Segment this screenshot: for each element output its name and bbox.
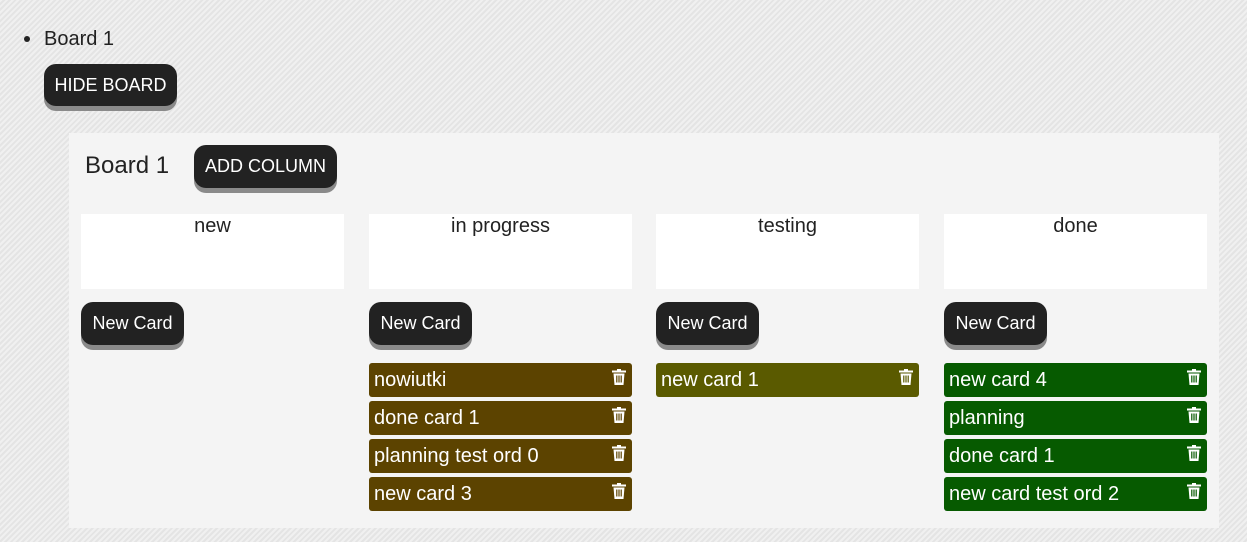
card-label: done card 1 [374,407,480,429]
card-label: nowiutki [374,369,447,391]
card[interactable]: done card 1 [369,401,632,435]
card[interactable]: nowiutki [369,363,632,397]
list-bullet [24,36,30,42]
card[interactable]: new card 3 [369,477,632,511]
trash-icon[interactable] [612,483,626,499]
trash-icon[interactable] [1187,445,1201,461]
card[interactable]: planning test ord 0 [369,439,632,473]
hide-board-button[interactable]: HIDE BOARD [44,64,177,106]
new-card-button[interactable]: New Card [944,302,1047,345]
trash-icon[interactable] [1187,369,1201,385]
column-title: done [1053,215,1098,237]
card[interactable]: new card test ord 2 [944,477,1207,511]
column-header[interactable]: new [81,214,344,289]
trash-icon[interactable] [1187,407,1201,423]
card-label: done card 1 [949,445,1055,467]
card-label: new card 1 [661,369,759,391]
card-list: new card 4 planning done card 1 new card te… [944,363,1207,515]
board-panel: Board 1 ADD COLUMN new New Card in progr… [69,133,1219,528]
card-list: new card 1 [656,363,919,401]
new-card-button[interactable]: New Card [656,302,759,345]
trash-icon[interactable] [1187,483,1201,499]
new-card-button[interactable]: New Card [81,302,184,345]
trash-icon[interactable] [612,369,626,385]
card-label: new card 3 [374,483,472,505]
card[interactable]: new card 1 [656,363,919,397]
card-label: planning [949,407,1025,429]
column-header[interactable]: testing [656,214,919,289]
card-label: new card 4 [949,369,1047,391]
board-list-item: Board 1 [44,28,115,50]
trash-icon[interactable] [612,407,626,423]
trash-icon[interactable] [899,369,913,385]
card-label: new card test ord 2 [949,483,1120,505]
column-title: testing [758,215,817,237]
trash-icon[interactable] [612,445,626,461]
card[interactable]: planning [944,401,1207,435]
column-title: new [194,215,231,237]
new-card-button[interactable]: New Card [369,302,472,345]
card[interactable]: new card 4 [944,363,1207,397]
card-list: nowiutki done card 1 planning test ord 0 ne… [369,363,632,515]
card-label: planning test ord 0 [374,445,539,467]
column-header[interactable]: in progress [369,214,632,289]
add-column-button[interactable]: ADD COLUMN [194,145,337,188]
board-title: Board 1 [85,152,170,179]
column-title: in progress [451,215,550,237]
card[interactable]: done card 1 [944,439,1207,473]
column-header[interactable]: done [944,214,1207,289]
